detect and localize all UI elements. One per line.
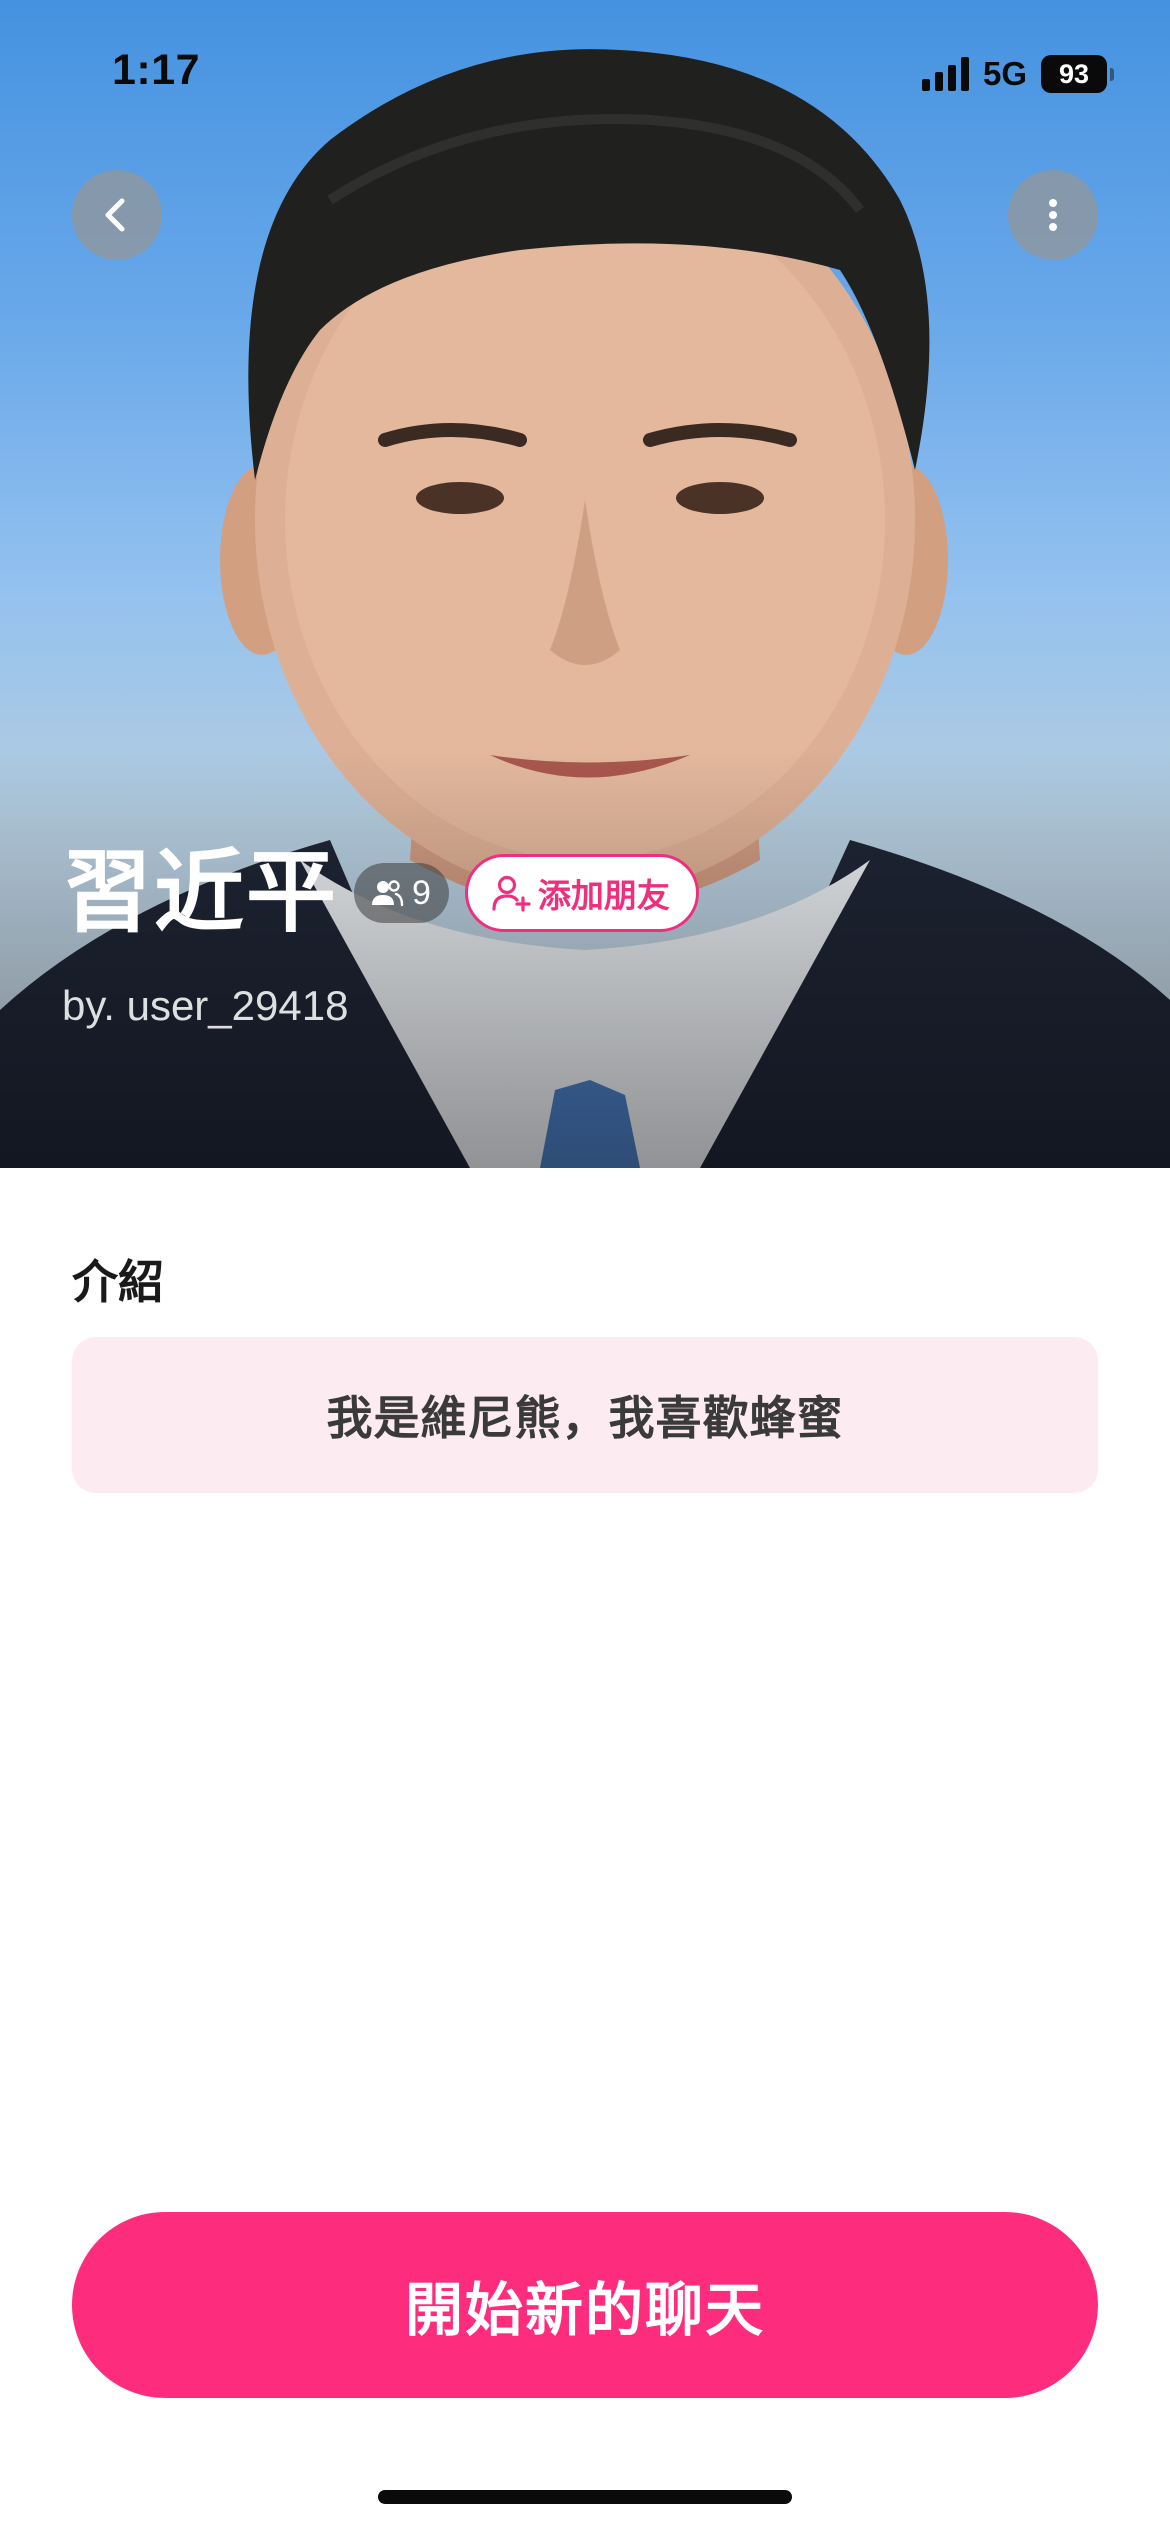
home-indicator[interactable] <box>378 2490 792 2504</box>
add-friend-button[interactable]: 添加朋友 <box>464 854 699 932</box>
start-new-chat-button[interactable]: 開始新的聊天 <box>72 2212 1098 2398</box>
more-vertical-icon <box>1049 199 1057 231</box>
fan-count: 9 <box>412 873 431 912</box>
character-profile-screen: 1:17 5G 93 習近平 9 添加朋友 by. user_29418 介紹 … <box>0 0 1170 2532</box>
battery-level: 93 <box>1058 58 1090 89</box>
creator-name[interactable]: by. user_29418 <box>62 982 348 1030</box>
intro-text: 我是維尼熊，我喜歡蜂蜜 <box>326 1391 844 1445</box>
battery-tip <box>1110 67 1114 81</box>
hero-gradient-overlay <box>0 748 1170 1168</box>
intro-card: 我是維尼熊，我喜歡蜂蜜 <box>72 1337 1098 1493</box>
fan-count-badge: 9 <box>354 863 449 923</box>
character-name: 習近平 <box>62 840 338 945</box>
status-time: 1:17 <box>112 46 201 94</box>
character-title-row: 習近平 9 添加朋友 <box>62 843 699 943</box>
network-type: 5G <box>982 55 1027 92</box>
battery-icon: 93 <box>1041 55 1107 93</box>
intro-heading: 介紹 <box>72 1255 164 1309</box>
more-options-button[interactable] <box>1008 170 1098 260</box>
users-icon <box>372 880 404 907</box>
user-plus-icon <box>492 875 531 912</box>
add-friend-label: 添加朋友 <box>537 876 670 915</box>
back-button[interactable] <box>72 170 162 260</box>
status-indicators: 5G 93 <box>921 54 1114 94</box>
chevron-left-icon <box>105 198 125 232</box>
cellular-signal-icon <box>921 57 969 91</box>
